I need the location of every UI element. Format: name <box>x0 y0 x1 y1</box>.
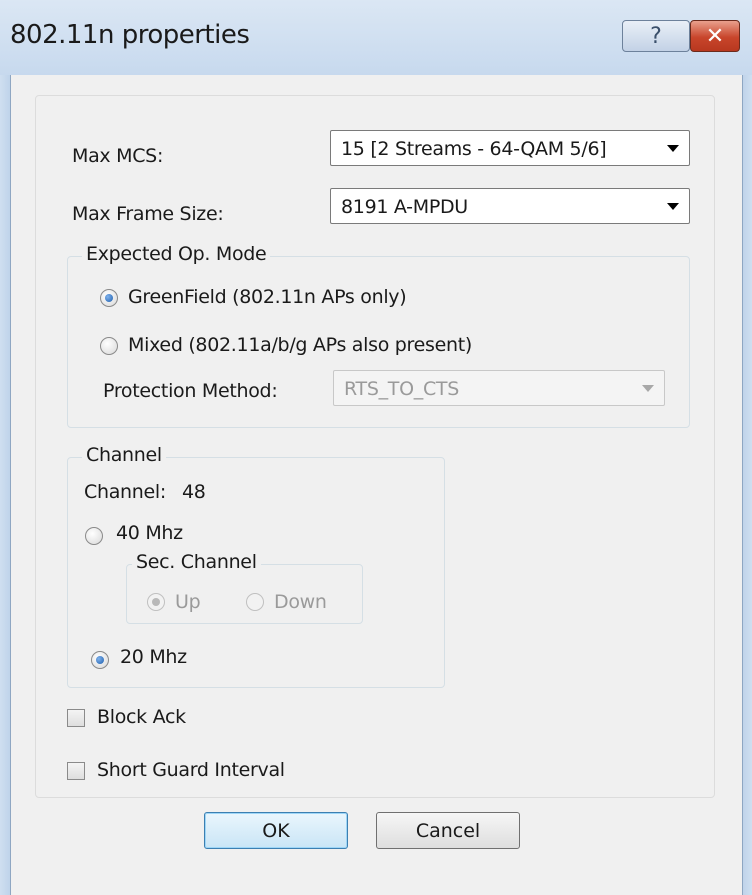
ok-button[interactable]: OK <box>204 812 348 849</box>
close-icon: ✕ <box>705 23 725 49</box>
protection-method-value: RTS_TO_CTS <box>344 378 459 400</box>
max-frame-size-value: 8191 A-MPDU <box>341 196 468 218</box>
max-mcs-select[interactable]: 15 [2 Streams - 64-QAM 5/6] <box>330 130 690 166</box>
mhz20-radio[interactable] <box>91 651 109 669</box>
greenfield-radio[interactable] <box>100 289 118 307</box>
properties-dialog: 802.11n properties ? ✕ Max MCS: 15 [2 St… <box>0 0 752 895</box>
window-frame-right <box>743 75 752 895</box>
mixed-label[interactable]: Mixed (802.11a/b/g APs also present) <box>128 334 472 356</box>
sec-up-label[interactable]: Up <box>175 591 201 613</box>
channel-group-title: Channel <box>82 444 166 466</box>
max-mcs-label: Max MCS: <box>72 145 164 167</box>
chevron-down-icon <box>667 203 679 210</box>
mhz40-label[interactable]: 40 Mhz <box>116 522 183 544</box>
title-bar[interactable]: 802.11n properties ? ✕ <box>0 0 752 75</box>
help-button[interactable]: ? <box>622 20 690 52</box>
channel-value: 48 <box>182 481 206 503</box>
sec-up-radio[interactable] <box>147 593 165 611</box>
short-guard-label[interactable]: Short Guard Interval <box>97 759 285 781</box>
mhz20-label[interactable]: 20 Mhz <box>120 646 187 668</box>
expected-op-mode-title: Expected Op. Mode <box>82 243 271 265</box>
protection-method-label: Protection Method: <box>103 380 278 402</box>
sec-channel-title: Sec. Channel <box>132 551 261 573</box>
sec-down-label[interactable]: Down <box>274 591 327 613</box>
sec-down-radio[interactable] <box>246 593 264 611</box>
max-mcs-value: 15 [2 Streams - 64-QAM 5/6] <box>341 138 607 160</box>
window-title: 802.11n properties <box>10 20 250 50</box>
mhz40-radio[interactable] <box>85 527 103 545</box>
block-ack-checkbox[interactable] <box>67 709 85 727</box>
chevron-down-icon <box>642 385 654 392</box>
window-frame-left <box>0 75 10 895</box>
greenfield-label[interactable]: GreenField (802.11n APs only) <box>128 286 407 308</box>
cancel-button[interactable]: Cancel <box>376 812 520 849</box>
mixed-radio[interactable] <box>100 337 118 355</box>
max-frame-size-select[interactable]: 8191 A-MPDU <box>330 188 690 224</box>
max-frame-size-label: Max Frame Size: <box>72 203 224 225</box>
close-button[interactable]: ✕ <box>690 20 740 52</box>
chevron-down-icon <box>667 145 679 152</box>
help-icon: ? <box>650 23 662 49</box>
block-ack-label[interactable]: Block Ack <box>97 706 186 728</box>
channel-label: Channel: <box>84 481 167 503</box>
protection-method-select[interactable]: RTS_TO_CTS <box>333 370 665 406</box>
short-guard-checkbox[interactable] <box>67 762 85 780</box>
